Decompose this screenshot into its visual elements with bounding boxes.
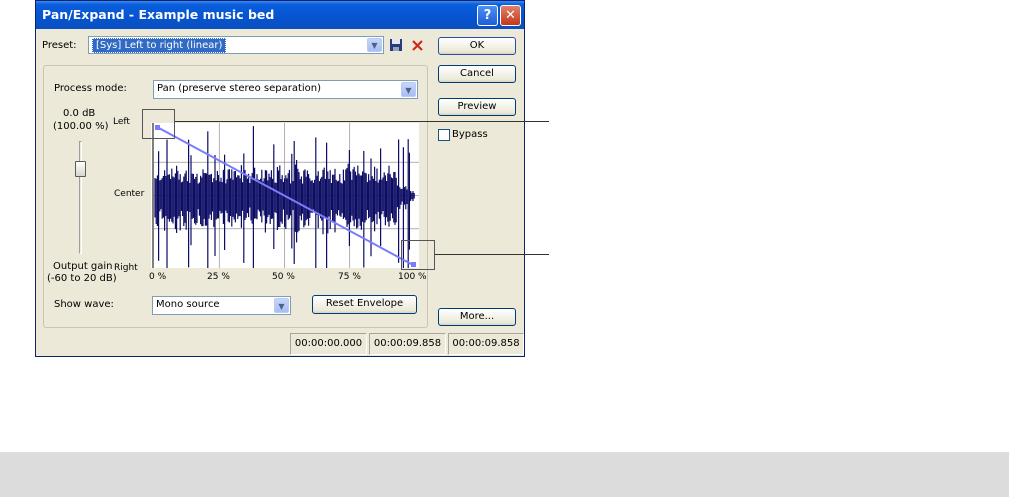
- bypass-checkbox[interactable]: [438, 129, 450, 141]
- gain-slider-track[interactable]: [79, 141, 82, 254]
- preset-selected-value: [Sys] Left to right (linear): [92, 38, 227, 53]
- process-mode-dropdown[interactable]: Pan (preserve stereo separation) ▼: [153, 80, 418, 99]
- status-length-time: 00:00:09.858: [448, 333, 524, 355]
- show-wave-value: Mono source: [156, 299, 220, 310]
- callout-start-line: [175, 121, 549, 122]
- x-label-100: 100 %: [398, 272, 427, 282]
- pan-envelope-graph[interactable]: [151, 123, 419, 268]
- close-button[interactable]: ✕: [500, 5, 521, 26]
- window-title: Pan/Expand - Example music bed: [42, 7, 275, 22]
- gain-percent-value: (100.00 %): [53, 121, 109, 132]
- bypass-label: Bypass: [452, 129, 488, 140]
- delete-x-icon[interactable]: [411, 39, 424, 52]
- x-label-75: 75 %: [338, 272, 361, 282]
- reset-envelope-button[interactable]: Reset Envelope: [312, 295, 417, 314]
- status-end-time: 00:00:09.858: [369, 333, 446, 355]
- pan-center-label: Center: [114, 189, 145, 199]
- preset-dropdown[interactable]: [Sys] Left to right (linear) ▼: [88, 36, 384, 54]
- gain-slider-thumb[interactable]: [75, 161, 86, 178]
- help-button[interactable]: ?: [477, 5, 498, 26]
- ok-button[interactable]: OK: [438, 37, 516, 55]
- pan-left-label: Left: [113, 117, 130, 127]
- callout-end-line: [435, 254, 549, 255]
- more-button[interactable]: More...: [438, 308, 516, 326]
- pan-right-label: Right: [114, 263, 138, 273]
- x-label-0: 0 %: [149, 272, 167, 282]
- preview-button[interactable]: Preview: [438, 98, 516, 116]
- process-mode-value: Pan (preserve stereo separation): [157, 83, 321, 94]
- gain-db-value: 0.0 dB: [63, 108, 96, 119]
- callout-start-box: [142, 109, 175, 139]
- title-bar[interactable]: Pan/Expand - Example music bed ? ✕: [36, 1, 524, 29]
- output-gain-caption: Output gain: [53, 261, 113, 272]
- chevron-down-icon[interactable]: ▼: [401, 82, 416, 97]
- x-label-25: 25 %: [207, 272, 230, 282]
- chevron-down-icon[interactable]: ▼: [274, 298, 289, 313]
- page-footer-band: [0, 452, 1009, 497]
- show-wave-dropdown[interactable]: Mono source ▼: [152, 296, 291, 315]
- chevron-down-icon[interactable]: ▼: [367, 38, 382, 52]
- cancel-button[interactable]: Cancel: [438, 65, 516, 83]
- show-wave-label: Show wave:: [54, 299, 114, 310]
- status-start-time: 00:00:00.000: [290, 333, 367, 355]
- process-mode-label: Process mode:: [54, 83, 127, 94]
- x-label-50: 50 %: [272, 272, 295, 282]
- floppy-disk-icon[interactable]: [389, 38, 403, 52]
- output-gain-range: (-60 to 20 dB): [47, 273, 117, 284]
- callout-end-box: [401, 240, 435, 270]
- preset-label: Preset:: [42, 40, 77, 51]
- pan-expand-dialog: Pan/Expand - Example music bed ? ✕ Prese…: [35, 0, 525, 357]
